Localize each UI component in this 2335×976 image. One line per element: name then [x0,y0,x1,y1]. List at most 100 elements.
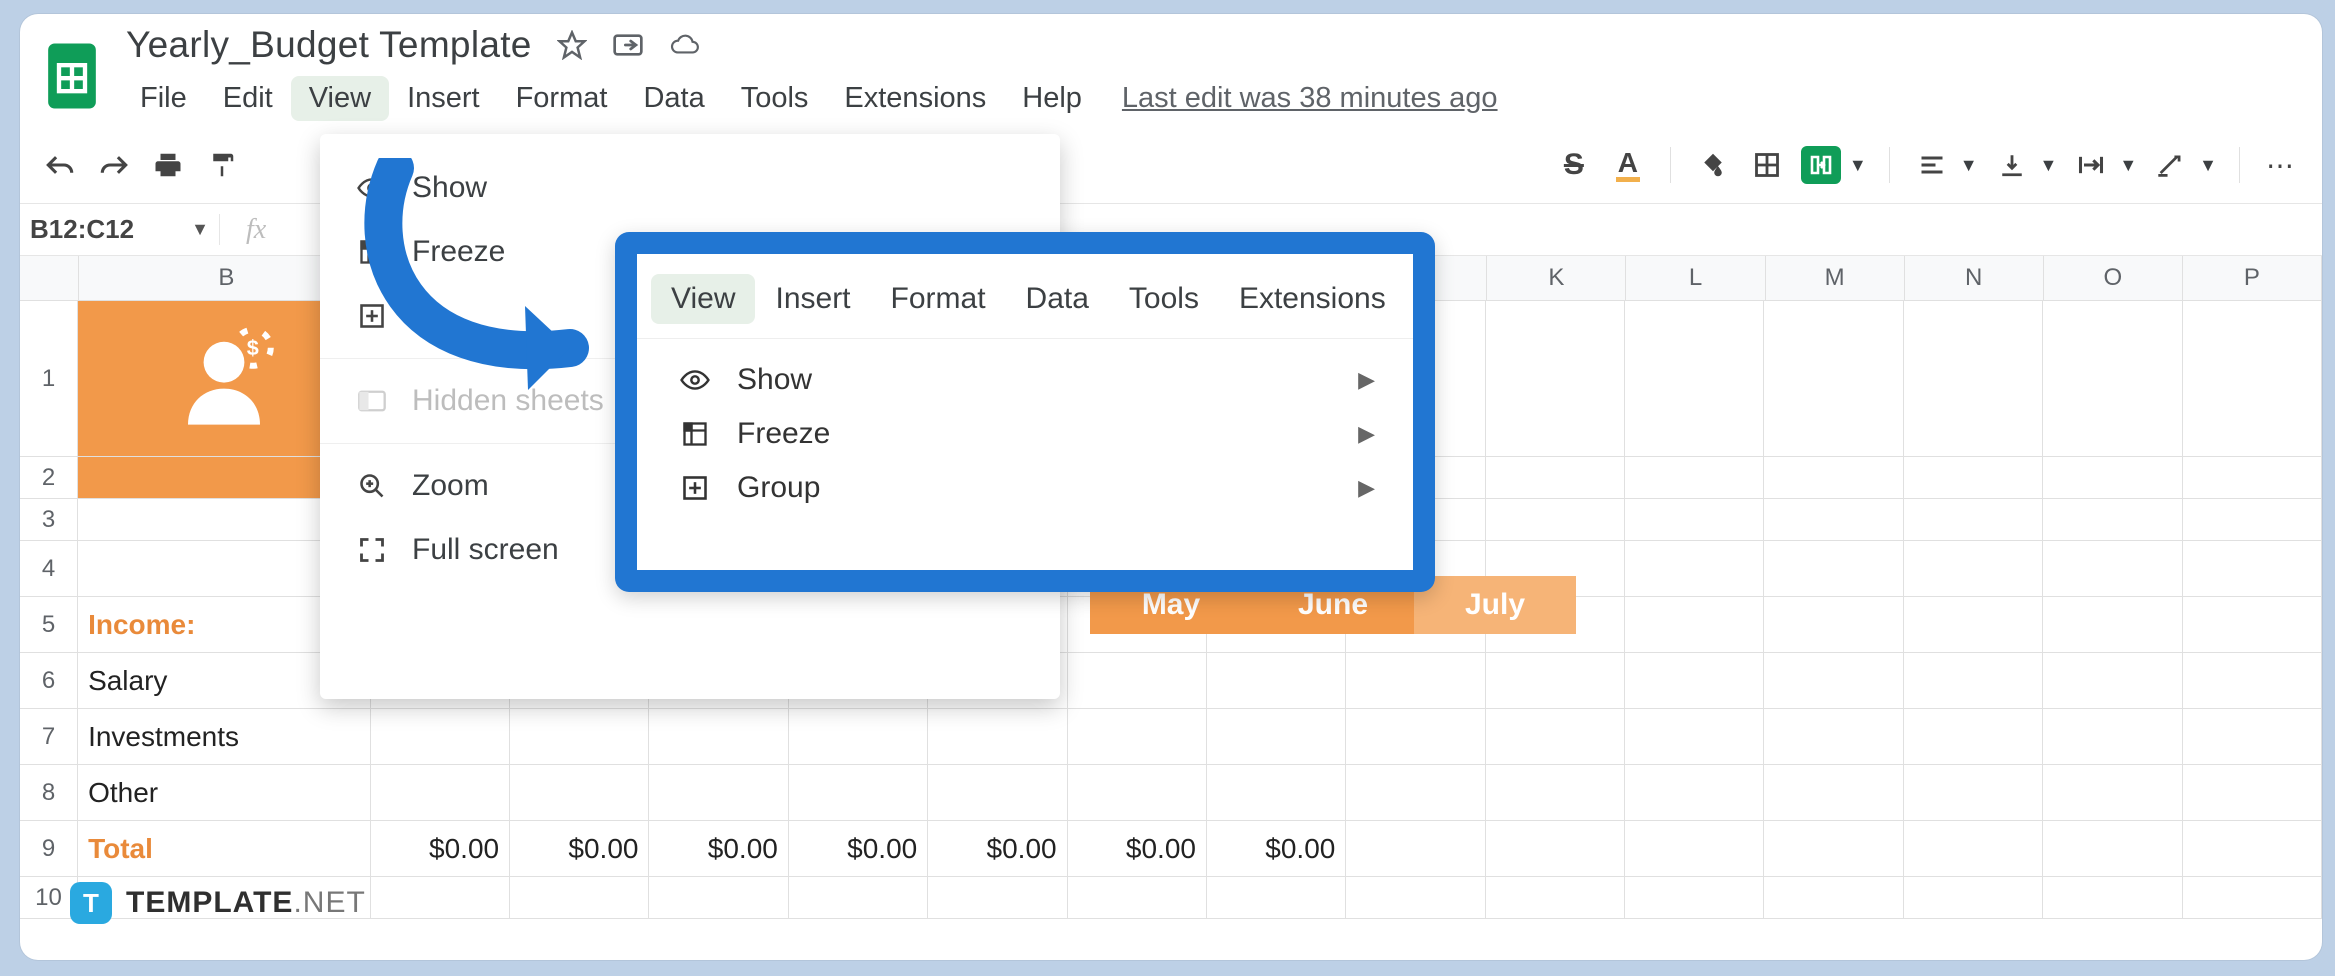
callout-menu-extensions[interactable]: Extensions [1219,274,1406,324]
grid-cell[interactable] [1486,301,1625,456]
row-header[interactable]: 4 [20,541,78,596]
v-align-icon[interactable] [1992,145,2032,185]
redo-icon[interactable] [94,145,134,185]
h-align-icon[interactable] [1912,145,1952,185]
merge-dropdown-icon[interactable]: ▼ [1849,155,1867,176]
grid-cell[interactable] [1625,301,1764,456]
more-icon[interactable]: ⋯ [2262,145,2302,185]
row-header[interactable]: 1 [20,301,78,456]
callout-label: Group [737,471,820,505]
col-header[interactable]: N [1905,256,2044,300]
col-header[interactable]: L [1626,256,1765,300]
grid-cell[interactable]: $0.00 [371,821,510,876]
col-header[interactable]: K [1487,256,1626,300]
v-align-dropdown-icon[interactable]: ▼ [2040,155,2058,176]
row-header[interactable]: 9 [20,821,78,876]
borders-icon[interactable] [1747,145,1787,185]
last-edit-link[interactable]: Last edit was 38 minutes ago [1122,82,1498,115]
grid-cell[interactable]: $0.00 [649,821,788,876]
fill-color-icon[interactable] [1693,145,1733,185]
col-header[interactable]: P [2183,256,2322,300]
rotate-dropdown-icon[interactable]: ▼ [2199,155,2217,176]
menu-edit[interactable]: Edit [205,76,291,121]
callout-menu-insert[interactable]: Insert [755,274,870,324]
callout-label: Show [737,363,812,397]
callout-menu-data[interactable]: Data [1006,274,1109,324]
grid-cell[interactable] [1904,301,2043,456]
grid-cell[interactable]: $0.00 [928,821,1067,876]
document-title[interactable]: Yearly_Budget Template [126,24,532,66]
menu-format[interactable]: Format [498,76,626,121]
grid-cell[interactable]: Other [78,765,371,820]
app-window: Yearly_Budget Template File Edit View In… [20,14,2322,960]
dd-show[interactable]: Show [320,156,1060,220]
menu-view[interactable]: View [291,76,389,121]
grid-cell[interactable]: Investments [78,709,371,764]
grid-cell[interactable] [2183,301,2322,456]
grid-cell[interactable]: $0.00 [789,821,928,876]
grid-row: 9 Total $0.00 $0.00 $0.00 $0.00 $0.00 $0… [20,821,2322,877]
freeze-icon [675,420,715,448]
fx-label: fx [220,214,292,246]
wrap-icon[interactable] [2071,145,2111,185]
menu-file[interactable]: File [122,76,205,121]
move-icon[interactable] [612,29,644,61]
grid-row: 7 Investments [20,709,2322,765]
menu-extensions[interactable]: Extensions [826,76,1004,121]
row-header[interactable]: 3 [20,499,78,540]
dd-label: Freeze [412,235,505,269]
callout-group[interactable]: Group ▶ [645,461,1405,515]
menu-insert[interactable]: Insert [389,76,498,121]
menu-help[interactable]: Help [1004,76,1100,121]
row-header[interactable]: 5 [20,597,78,652]
rotate-icon[interactable] [2151,145,2191,185]
strikethrough-icon[interactable]: S [1554,145,1594,185]
chevron-right-icon: ▶ [1358,367,1375,393]
group-icon [675,474,715,502]
menu-tools[interactable]: Tools [723,76,827,121]
chevron-down-icon[interactable]: ▼ [191,219,209,240]
row-header[interactable]: 8 [20,765,78,820]
separator [1889,147,1890,183]
row-header[interactable]: 2 [20,457,78,498]
menubar: File Edit View Insert Format Data Tools … [122,66,1498,127]
h-align-dropdown-icon[interactable]: ▼ [1960,155,1978,176]
paint-format-icon[interactable] [202,145,242,185]
callout-label: Freeze [737,417,830,451]
grid-cell[interactable]: $0.00 [1207,821,1346,876]
grid-cell[interactable] [1764,301,1903,456]
callout-menu-format[interactable]: Format [871,274,1006,324]
menu-data[interactable]: Data [625,76,722,121]
callout-menu-tools[interactable]: Tools [1109,274,1219,324]
chevron-right-icon: ▶ [1358,475,1375,501]
print-icon[interactable] [148,145,188,185]
merge-cells-icon[interactable] [1801,145,1841,185]
wrap-dropdown-icon[interactable]: ▼ [2119,155,2137,176]
col-header[interactable]: O [2044,256,2183,300]
watermark-badge: T [70,882,112,924]
fullscreen-icon [354,532,390,568]
cloud-icon[interactable] [668,29,700,61]
callout-menu-view[interactable]: View [651,274,755,324]
row-header[interactable]: 7 [20,709,78,764]
grid-row: 8 Other [20,765,2322,821]
titlebar: Yearly_Budget Template File Edit View In… [20,14,2322,127]
watermark-text: TEMPLATE.NET [126,886,366,920]
row-header[interactable]: 6 [20,653,78,708]
grid-cell[interactable]: $0.00 [1068,821,1207,876]
callout-show[interactable]: Show ▶ [645,353,1405,407]
name-box[interactable]: B12:C12 ▼ [20,214,220,245]
sheets-logo [46,40,98,112]
undo-icon[interactable] [40,145,80,185]
text-color-icon[interactable]: A [1608,145,1648,185]
callout-freeze[interactable]: Freeze ▶ [645,407,1405,461]
total-label-cell[interactable]: Total [78,821,371,876]
name-box-value: B12:C12 [30,214,134,245]
col-header[interactable]: M [1766,256,1905,300]
eye-icon [675,369,715,391]
month-cell[interactable]: July [1414,576,1576,634]
grid-cell[interactable]: $0.00 [510,821,649,876]
grid-cell[interactable] [2043,301,2182,456]
callout-panel: View Insert Format Data Tools Extensions… [615,232,1435,592]
star-icon[interactable] [556,29,588,61]
